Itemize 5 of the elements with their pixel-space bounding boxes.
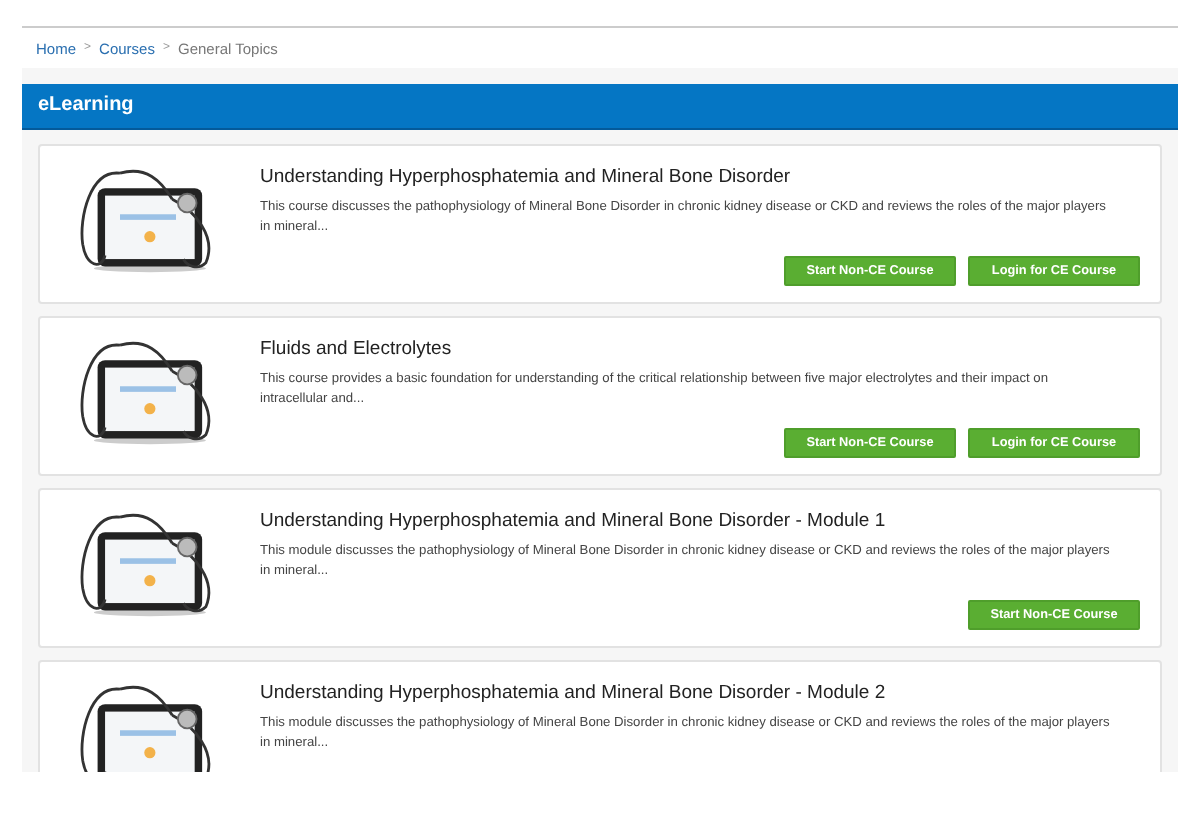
course-title: Fluids and Electrolytes bbox=[260, 338, 454, 360]
course-title: Understanding Hyperphosphatemia and Mineral Bone Disorder - Module 2 bbox=[260, 682, 888, 704]
course-title: Understanding Hyperphosphatemia and Mineral Bone Disorder bbox=[260, 166, 793, 188]
section-header: eLearning bbox=[22, 84, 1178, 130]
course-title: Understanding Hyperphosphatemia and Mineral Bone Disorder - Module 1 bbox=[260, 510, 888, 532]
